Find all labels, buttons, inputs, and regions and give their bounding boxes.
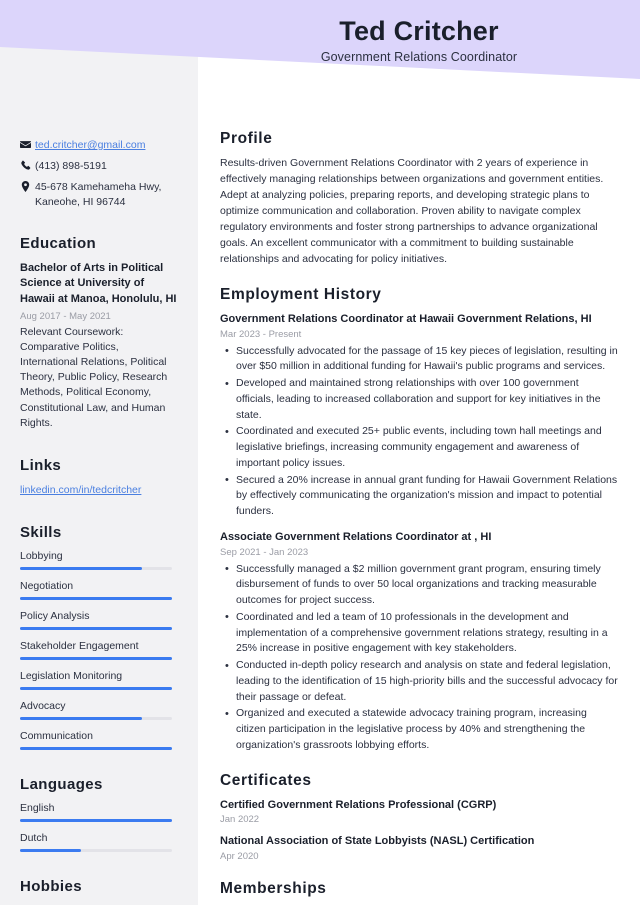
language-item: Dutch (20, 832, 178, 852)
job-bullet: Secured a 20% increase in annual grant f… (220, 472, 618, 520)
language-level-fill (20, 818, 172, 822)
skill-level-bar (20, 656, 172, 660)
skill-level-fill (20, 596, 172, 600)
profile-heading: Profile (220, 130, 273, 147)
contact-phone-text: (413) 898-5191 (35, 160, 107, 173)
skills-list: Lobbying Negotiation Policy Analysis Stakeh… (20, 550, 178, 750)
phone-icon (20, 159, 35, 171)
job-bullet: Successfully managed a $2 million govern… (220, 561, 618, 609)
job-date: Sep 2021 - Jan 2023 (220, 546, 309, 558)
contact-email: ted.critcher@gmail.com (20, 138, 178, 152)
jobs-list: Government Relations Coordinator at Hawa… (220, 312, 618, 754)
language-level-bar (20, 818, 172, 822)
language-item: English (20, 802, 178, 822)
certificates-section: Certificates Certified Government Relati… (220, 772, 618, 863)
job-bullet: Conducted in-depth policy research and a… (220, 658, 618, 705)
memberships-section: Memberships (220, 880, 618, 898)
certificate-date: Apr 2020 (220, 851, 259, 863)
skill-label: Communication (20, 729, 93, 742)
language-label: English (20, 801, 55, 814)
skill-level-fill (20, 566, 142, 570)
certificate-title: National Association of State Lobbyists … (220, 835, 535, 848)
job-bullet: Coordinated and executed 25+ public even… (220, 424, 618, 471)
contact-phone: (413) 898-5191 (20, 159, 178, 173)
education-description: Relevant Coursework: Comparative Politic… (20, 325, 168, 429)
profile-text: Results-driven Government Relations Coor… (220, 157, 604, 265)
certificate-date: Jan 2022 (220, 814, 260, 826)
skill-label: Policy Analysis (20, 609, 90, 622)
location-pin-icon (20, 180, 35, 193)
skill-level-bar (20, 716, 172, 720)
job-bullet-list: Successfully managed a $2 million govern… (220, 561, 618, 754)
skill-label: Stakeholder Engagement (20, 639, 139, 652)
contact-address: 45-678 Kamehameha Hwy, Kaneohe, HI 96744 (20, 180, 178, 208)
education-heading: Education (20, 234, 97, 252)
job-title: Government Relations Coordinator at Hawa… (220, 312, 592, 325)
skill-level-fill (20, 746, 172, 750)
employment-heading: Employment History (220, 285, 382, 303)
job-bullet: Developed and maintained strong relation… (220, 376, 618, 423)
job-bullet: Successfully advocated for the passage o… (220, 343, 618, 376)
skill-item: Negotiation (20, 580, 178, 600)
skill-level-fill (20, 656, 172, 660)
job-title: Associate Government Relations Coordinat… (220, 530, 492, 543)
language-level-fill (20, 848, 81, 852)
profile-section: Profile Results-driven Government Relati… (220, 130, 618, 268)
skill-level-fill (20, 686, 172, 690)
education-entry: Bachelor of Arts in Political Science at… (20, 261, 178, 431)
links-heading: Links (20, 457, 62, 475)
skill-label: Advocacy (20, 699, 66, 712)
education-degree: Bachelor of Arts in Political Science at… (20, 261, 177, 305)
hobbies-heading: Hobbies (20, 877, 82, 895)
main-column: Profile Results-driven Government Relati… (198, 0, 640, 905)
skill-level-bar (20, 566, 172, 570)
skill-level-fill (20, 716, 142, 720)
resume-page: ted.critcher@gmail.com (413) 898-5191 45… (0, 0, 640, 905)
contact-email-text: ted.critcher@gmail.com (35, 138, 178, 152)
certificate-entry: National Association of State Lobbyists … (220, 834, 618, 862)
skill-item: Lobbying (20, 550, 178, 570)
skill-level-fill (20, 626, 172, 630)
skill-label: Legislation Monitoring (20, 669, 123, 682)
job-bullet: Organized and executed a statewide advoc… (220, 706, 618, 753)
email-link[interactable]: ted.critcher@gmail.com (35, 139, 145, 151)
skill-item: Stakeholder Engagement (20, 640, 178, 660)
job-bullet: Coordinated and led a team of 10 profess… (220, 609, 618, 657)
job-entry: Associate Government Relations Coordinat… (220, 530, 618, 754)
certificate-entry: Certified Government Relations Professio… (220, 798, 618, 826)
link-item-linkedin: linkedin.com/in/tedcritcher (20, 483, 178, 498)
header-inner: Ted Critcher Government Relations Coordi… (198, 0, 640, 64)
certificates-list: Certified Government Relations Professio… (220, 798, 618, 863)
skill-level-bar (20, 746, 172, 750)
skill-item: Policy Analysis (20, 610, 178, 630)
sidebar: ted.critcher@gmail.com (413) 898-5191 45… (0, 0, 198, 905)
certificate-title: Certified Government Relations Professio… (220, 798, 497, 811)
skill-label: Negotiation (20, 579, 74, 592)
memberships-heading: Memberships (220, 880, 327, 898)
page-title: Ted Critcher (339, 16, 499, 46)
job-bullet-list: Successfully advocated for the passage o… (220, 343, 618, 520)
language-level-bar (20, 848, 172, 852)
education-date: Aug 2017 - May 2021 (20, 310, 111, 322)
skill-item: Advocacy (20, 700, 178, 720)
contact-address-text: 45-678 Kamehameha Hwy, Kaneohe, HI 96744 (35, 181, 162, 208)
envelope-icon (20, 138, 35, 150)
languages-list: English Dutch (20, 802, 178, 852)
linkedin-link[interactable]: linkedin.com/in/tedcritcher (20, 484, 141, 496)
skill-label: Lobbying (20, 549, 63, 562)
language-label: Dutch (20, 831, 48, 844)
skill-level-bar (20, 596, 172, 600)
job-date: Mar 2023 - Present (220, 328, 302, 340)
skill-level-bar (20, 626, 172, 630)
skill-level-bar (20, 686, 172, 690)
skill-item: Legislation Monitoring (20, 670, 178, 690)
certificates-heading: Certificates (220, 771, 312, 789)
skills-heading: Skills (20, 523, 62, 541)
employment-section: Employment History Government Relations … (220, 286, 618, 754)
job-entry: Government Relations Coordinator at Hawa… (220, 312, 618, 520)
languages-heading: Languages (20, 775, 103, 793)
skill-item: Communication (20, 730, 178, 750)
